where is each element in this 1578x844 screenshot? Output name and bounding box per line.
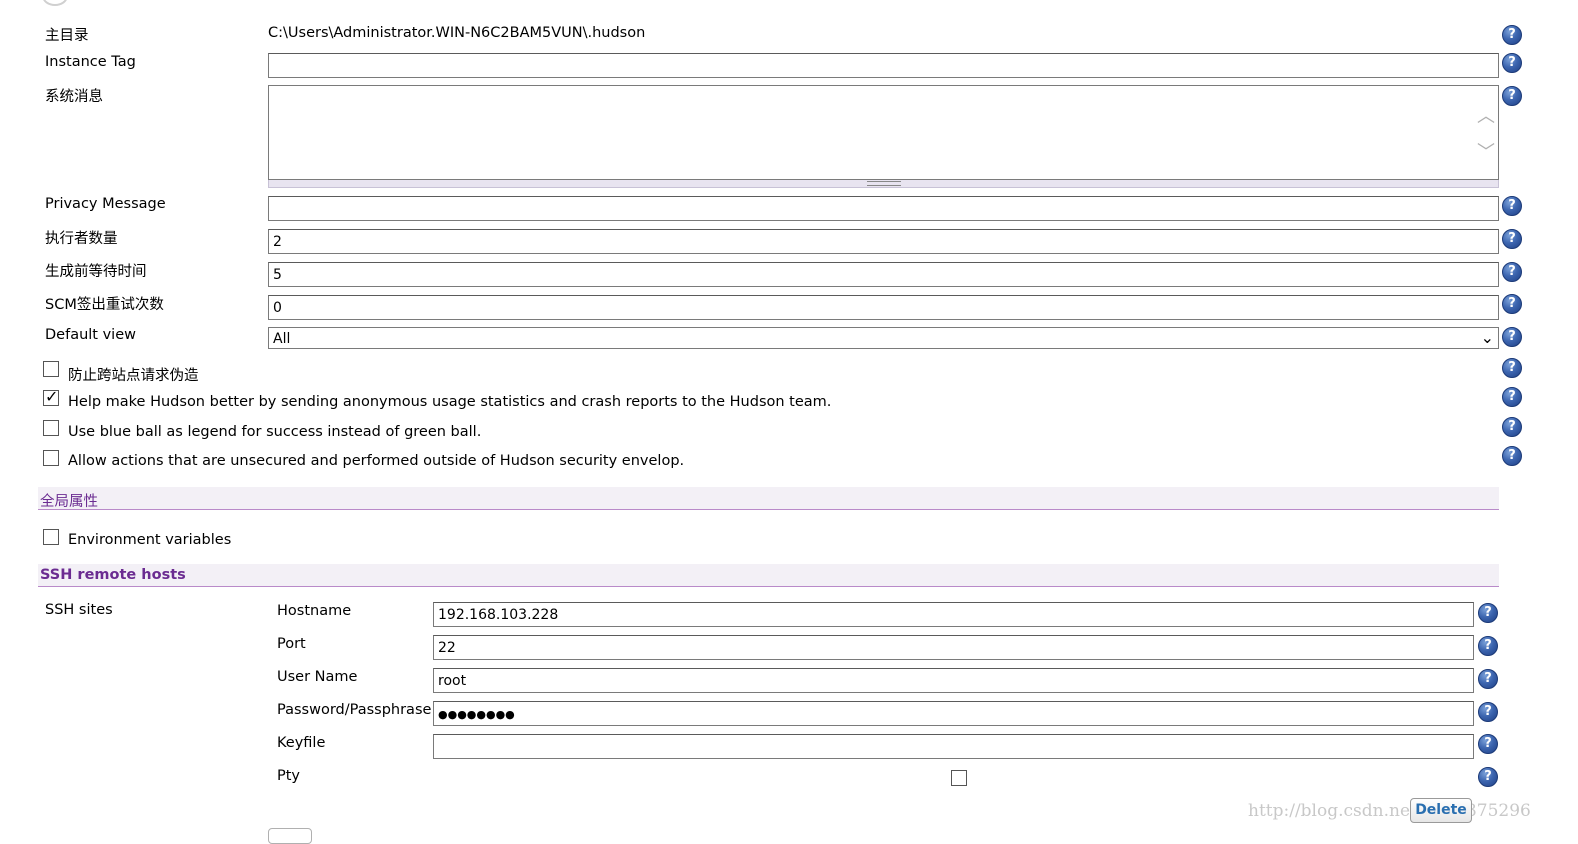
home-dir-value: C:\Users\Administrator.WIN-N6C2BAM5VUN\.… xyxy=(268,25,646,41)
help-icon[interactable]: ? xyxy=(1478,636,1498,656)
help-icon[interactable]: ? xyxy=(1502,53,1522,73)
hostname-input[interactable]: 192.168.103.228 xyxy=(433,602,1474,627)
keyfile-input[interactable] xyxy=(433,734,1474,759)
executors-label: 执行者数量 xyxy=(45,231,118,247)
usage-stats-checkbox[interactable]: ✓ xyxy=(43,387,59,406)
home-dir-label: 主目录 xyxy=(45,28,89,44)
blue-ball-label: Use blue ball as legend for success inst… xyxy=(68,424,482,440)
password-label: Password/Passphrase xyxy=(277,702,432,718)
global-properties-header: 全局属性 xyxy=(38,487,1499,510)
env-vars-label: Environment variables xyxy=(68,532,232,548)
help-icon[interactable]: ? xyxy=(1502,294,1522,314)
chevron-down-icon: ⌄ xyxy=(1480,328,1494,347)
check-icon: ✓ xyxy=(45,387,59,406)
pty-checkbox[interactable] xyxy=(951,770,967,786)
help-icon[interactable]: ? xyxy=(1502,25,1522,45)
unsecured-actions-label: Allow actions that are unsecured and per… xyxy=(68,453,685,469)
keyfile-label: Keyfile xyxy=(277,735,326,751)
top-cropped-element xyxy=(42,0,68,6)
usage-stats-label: Help make Hudson better by sending anony… xyxy=(68,394,832,410)
ssh-remote-hosts-header: SSH remote hosts xyxy=(38,564,1499,587)
username-input[interactable]: root xyxy=(433,668,1474,693)
default-view-select[interactable]: All ⌄ xyxy=(268,327,1499,349)
csrf-checkbox[interactable] xyxy=(43,361,59,377)
ssh-sites-label: SSH sites xyxy=(45,602,113,618)
help-icon[interactable]: ? xyxy=(1502,196,1522,216)
help-icon[interactable]: ? xyxy=(1478,702,1498,722)
help-icon[interactable]: ? xyxy=(1478,767,1498,787)
privacy-message-label: Privacy Message xyxy=(45,196,166,212)
unsecured-actions-checkbox[interactable] xyxy=(43,450,59,466)
default-view-selected: All xyxy=(273,331,291,347)
help-icon[interactable]: ? xyxy=(1502,358,1522,378)
watermark: http://blog.csdn.net/u011375296 xyxy=(1248,801,1531,821)
scm-retry-label: SCM签出重试次数 xyxy=(45,297,164,313)
default-view-label: Default view xyxy=(45,327,136,343)
port-input[interactable]: 22 xyxy=(433,635,1474,660)
username-label: User Name xyxy=(277,669,358,685)
quiet-period-label: 生成前等待时间 xyxy=(45,264,147,280)
instance-tag-input[interactable] xyxy=(268,53,1499,78)
help-icon[interactable]: ? xyxy=(1502,446,1522,466)
help-icon[interactable]: ? xyxy=(1502,327,1522,347)
delete-button[interactable]: Delete xyxy=(1410,798,1472,823)
csrf-label: 防止跨站点请求伪造 xyxy=(68,368,199,384)
env-vars-checkbox[interactable] xyxy=(43,529,59,545)
grip-icon xyxy=(867,181,901,186)
textarea-resize-handle[interactable] xyxy=(268,180,1499,188)
help-icon[interactable]: ? xyxy=(1478,669,1498,689)
port-label: Port xyxy=(277,636,306,652)
quiet-period-input[interactable]: 5 xyxy=(268,262,1499,287)
privacy-message-input[interactable] xyxy=(268,196,1499,221)
help-icon[interactable]: ? xyxy=(1502,262,1522,282)
pty-label: Pty xyxy=(277,768,301,784)
system-message-label: 系统消息 xyxy=(45,89,103,105)
blue-ball-checkbox[interactable] xyxy=(43,420,59,436)
help-icon[interactable]: ? xyxy=(1502,387,1522,407)
add-button-partial[interactable] xyxy=(268,828,312,844)
scroll-down-icon[interactable]: ﹀ xyxy=(1477,138,1495,164)
help-icon[interactable]: ? xyxy=(1502,417,1522,437)
scroll-up-icon[interactable]: ︿ xyxy=(1477,102,1495,128)
scm-retry-input[interactable]: 0 xyxy=(268,295,1499,320)
help-icon[interactable]: ? xyxy=(1502,86,1522,106)
hostname-label: Hostname xyxy=(277,603,352,619)
system-message-textarea[interactable]: ︿ ﹀ xyxy=(268,85,1499,180)
help-icon[interactable]: ? xyxy=(1478,603,1498,623)
executors-input[interactable]: 2 xyxy=(268,229,1499,254)
password-input[interactable]: ●●●●●●●● xyxy=(433,701,1474,726)
help-icon[interactable]: ? xyxy=(1478,734,1498,754)
instance-tag-label: Instance Tag xyxy=(45,54,136,70)
help-icon[interactable]: ? xyxy=(1502,229,1522,249)
